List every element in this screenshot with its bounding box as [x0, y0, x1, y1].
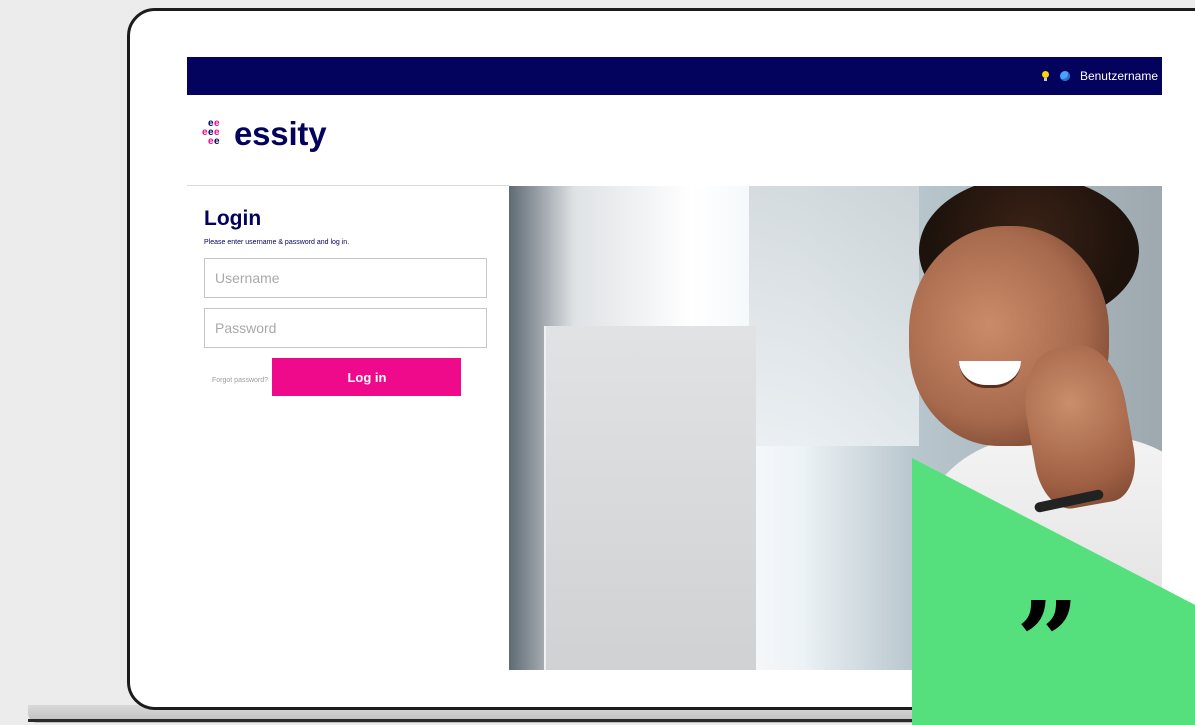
forgot-password-link[interactable]: Forgot password? [212, 377, 268, 384]
brand-name: essity [234, 115, 327, 152]
brand-logo: e e e e e e e essity [202, 115, 327, 153]
login-instructions: Please enter username & password and log… [204, 239, 350, 246]
top-navigation-bar: Benutzername [187, 57, 1162, 95]
section-divider [187, 185, 509, 186]
username-label[interactable]: Benutzername [1080, 69, 1158, 83]
laptop-screen-shape [544, 326, 756, 670]
login-form: Login Please enter username & password a… [204, 207, 494, 404]
lightbulb-icon[interactable] [1040, 71, 1050, 81]
laptop-base-line [28, 719, 1038, 722]
page-title: Login [204, 207, 262, 230]
login-button[interactable]: Log in [272, 358, 462, 396]
username-input[interactable] [204, 258, 487, 298]
background-window [749, 186, 919, 446]
essity-logo-icon: e e e e e e e [202, 118, 220, 147]
globe-icon[interactable] [1059, 71, 1070, 81]
password-input[interactable] [204, 308, 487, 348]
quote-mark-icon: ” [1016, 577, 1080, 706]
